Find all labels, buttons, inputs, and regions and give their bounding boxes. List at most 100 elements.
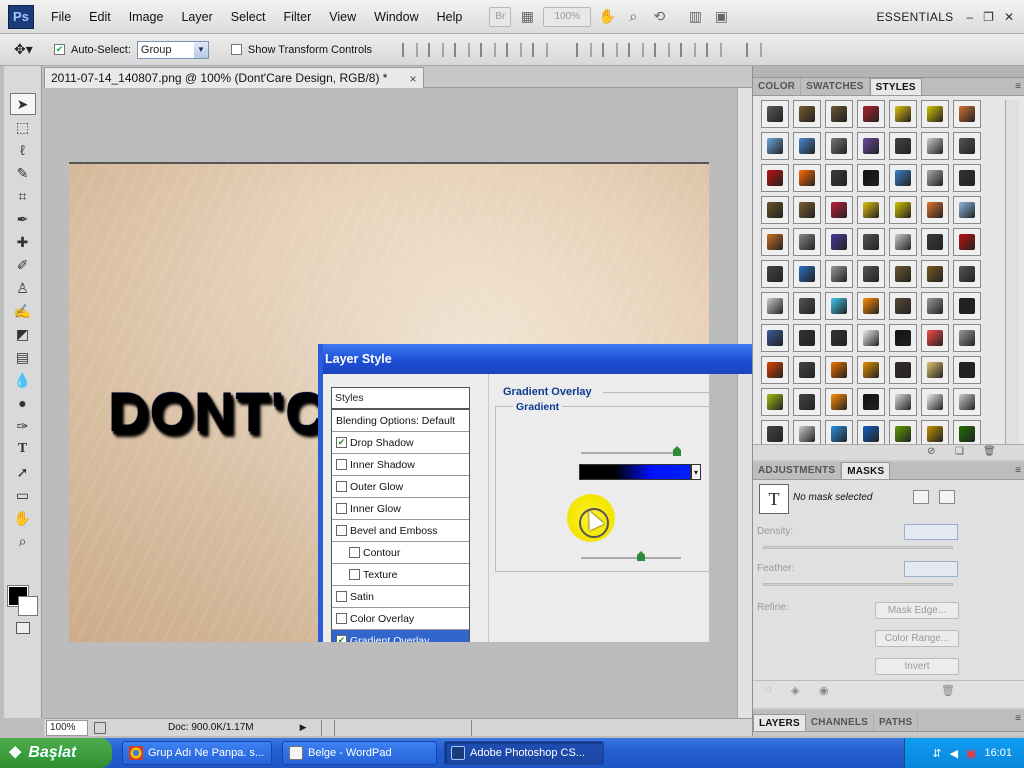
style-swatch[interactable] [793,260,821,288]
hand-icon[interactable]: ✋ [597,7,617,27]
style-item[interactable]: ✔ Gradient Overlay [332,630,469,642]
restore-icon[interactable]: ❐ [978,10,999,24]
style-swatch[interactable] [889,388,917,416]
style-item-checkbox[interactable] [349,547,360,558]
type-tool-icon[interactable]: T [10,438,36,460]
taskbar-item-chrome[interactable]: Grup Adı Ne Panpa. s... [122,741,272,765]
gradient-dropdown-icon[interactable]: ▾ [691,464,701,480]
quick-mask-icon[interactable] [16,622,30,634]
mask-thumbnail[interactable]: T [759,484,789,514]
style-swatch[interactable] [761,132,789,160]
style-swatch[interactable] [825,388,853,416]
style-item-checkbox[interactable] [336,459,347,470]
workspace-switcher[interactable]: ESSENTIALS [876,10,961,24]
style-swatch[interactable] [857,228,885,256]
opacity-slider-track[interactable] [581,452,681,454]
show-transform-checkbox[interactable] [230,44,242,55]
style-item[interactable]: Bevel and Emboss [332,520,469,542]
screen-mode-icon[interactable]: ▣ [711,7,731,27]
mask-edge-button[interactable]: Mask Edge... [875,602,959,619]
style-swatch[interactable] [761,324,789,352]
blending-options-item[interactable]: Blending Options: Default [332,410,469,432]
style-item-checkbox[interactable]: ✔ [336,437,347,448]
distribute-left-icon[interactable] [654,42,671,57]
menu-window[interactable]: Window [365,0,427,34]
align-right-icon[interactable] [532,42,549,57]
move-tool-icon[interactable]: ✥▾ [14,41,48,58]
canvas-vertical-scrollbar[interactable] [737,88,752,718]
close-icon[interactable]: ✕ [999,10,1024,24]
style-swatch[interactable] [921,292,949,320]
style-item-checkbox[interactable] [349,569,360,580]
style-swatch[interactable] [825,292,853,320]
style-swatch[interactable] [889,228,917,256]
style-swatch[interactable] [921,260,949,288]
style-swatch[interactable] [793,100,821,128]
style-swatch[interactable] [953,132,981,160]
menu-help[interactable]: Help [428,0,472,34]
style-swatch[interactable] [793,132,821,160]
style-swatch[interactable] [793,196,821,224]
style-swatch[interactable] [953,324,981,352]
arrange-documents-icon[interactable]: ▥ [685,7,705,27]
style-swatch[interactable] [857,292,885,320]
zoom-icon[interactable]: ⌕ [623,7,643,27]
style-item[interactable]: Inner Glow [332,498,469,520]
pen-tool-icon[interactable]: ✑ [10,415,36,437]
apply-mask-icon[interactable]: ◈ [791,684,799,697]
style-swatch[interactable] [921,324,949,352]
style-swatch[interactable] [825,324,853,352]
taskbar-item-photoshop[interactable]: Adobe Photoshop CS... [444,741,604,765]
lasso-tool-icon[interactable]: ℓ [10,139,36,161]
style-swatch[interactable] [953,196,981,224]
document-tab[interactable]: 2011-07-14_140807.png @ 100% (Dont'Care … [44,67,424,88]
status-menu-arrow-icon[interactable]: ▶ [300,722,307,733]
taskbar-item-wordpad[interactable]: Belge - WordPad [282,741,437,765]
style-item-checkbox[interactable] [336,591,347,602]
invert-button[interactable]: Invert [875,658,959,675]
marquee-tool-icon[interactable]: ⬚ [10,116,36,138]
delete-mask-icon[interactable]: 🗑 [941,684,955,697]
quick-select-tool-icon[interactable]: ✎ [10,162,36,184]
photoshop-logo[interactable]: Ps [8,4,34,29]
style-swatch[interactable] [889,356,917,384]
style-swatch[interactable] [825,228,853,256]
add-vector-mask-icon[interactable] [939,490,955,504]
style-swatch[interactable] [921,100,949,128]
start-button[interactable]: ❖ Başlat [0,738,112,768]
status-info-icon[interactable] [94,721,106,734]
panel-menu-icon[interactable]: ≡ [1015,81,1021,92]
style-item-checkbox[interactable] [336,525,347,536]
dock-header[interactable] [753,66,1024,78]
tab-color[interactable]: COLOR [753,78,802,95]
tab-layers[interactable]: LAYERS [753,714,806,731]
style-swatch[interactable] [889,132,917,160]
zoom-level-field[interactable]: 100% [543,6,592,27]
scale-slider-track[interactable] [581,557,681,559]
style-item-checkbox[interactable] [336,503,347,514]
dodge-tool-icon[interactable]: ● [10,392,36,414]
style-swatch[interactable] [889,100,917,128]
gradient-tool-icon[interactable]: ▤ [10,346,36,368]
style-item[interactable]: Outer Glow [332,476,469,498]
align-top-icon[interactable] [402,42,419,57]
style-swatch[interactable] [857,132,885,160]
toggle-mask-icon[interactable]: ◉ [819,684,829,697]
crop-tool-icon[interactable]: ⌗ [10,185,36,207]
tab-paths[interactable]: PATHS [874,714,919,731]
style-swatch[interactable] [857,388,885,416]
style-swatch[interactable] [793,164,821,192]
canvas-text-layer[interactable]: DONT'C [108,384,326,440]
close-document-icon[interactable]: × [401,68,423,88]
style-swatch[interactable] [825,164,853,192]
distribute-top-icon[interactable] [576,42,593,57]
align-bottom-icon[interactable] [454,42,471,57]
styles-header[interactable]: Styles [332,388,469,410]
density-field[interactable] [904,524,958,540]
dialog-titlebar[interactable]: Layer Style [323,344,709,374]
styles-scrollbar[interactable] [1005,100,1019,444]
style-swatch[interactable] [825,100,853,128]
feather-slider[interactable] [763,583,953,586]
status-zoom-field[interactable]: 100% [46,719,88,736]
style-item[interactable]: Inner Shadow [332,454,469,476]
